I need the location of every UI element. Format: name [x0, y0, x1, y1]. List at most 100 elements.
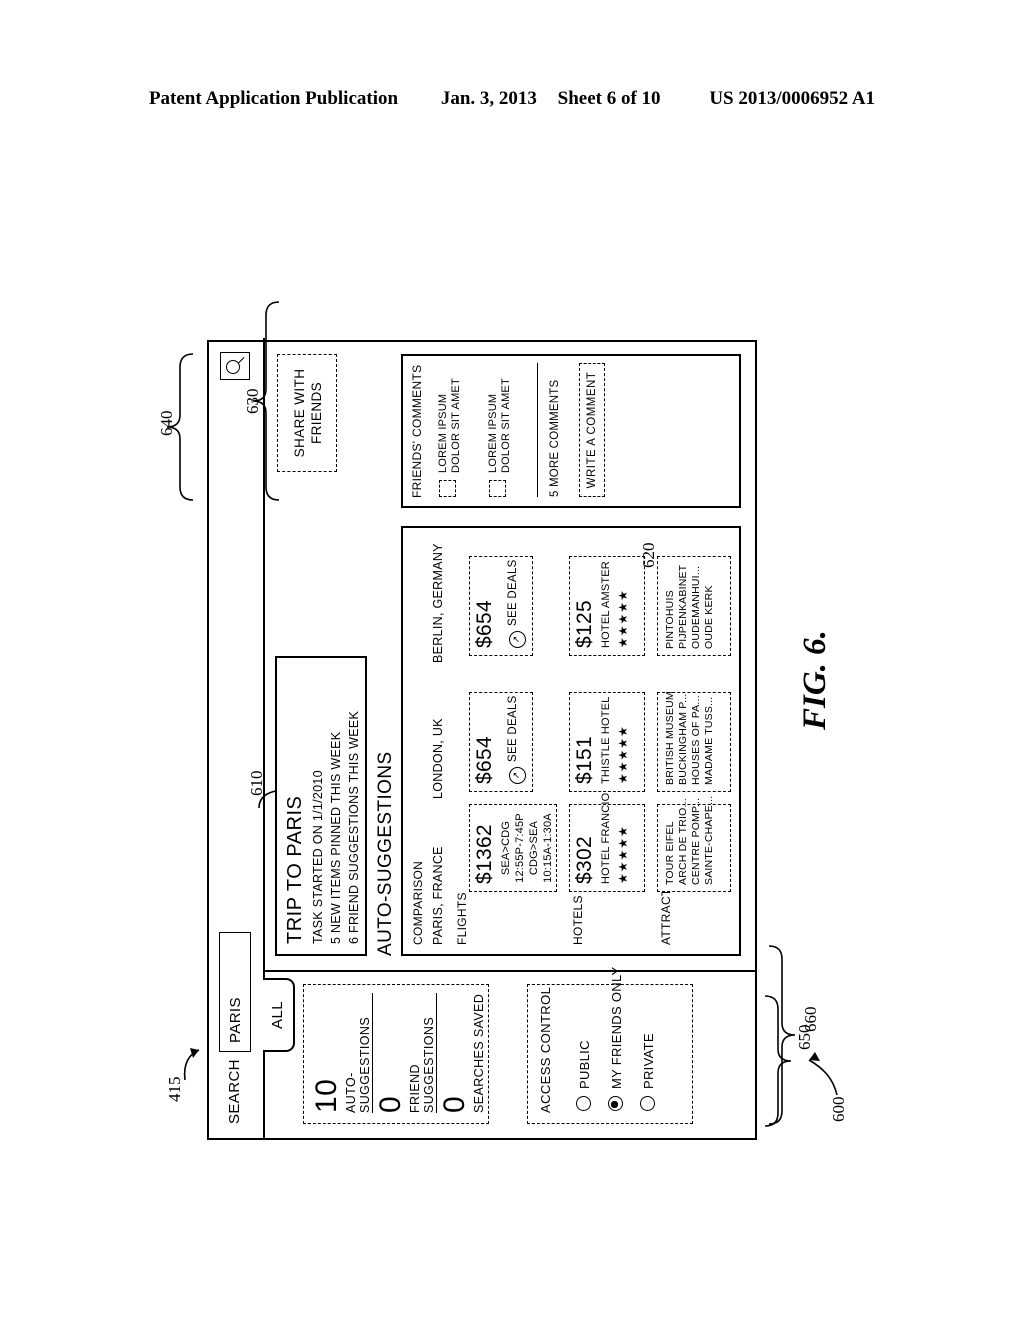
- hotel-name-berlin: HOTEL AMSTER: [600, 561, 612, 648]
- more-comments-link[interactable]: 5 MORE COMMENTS: [549, 380, 561, 497]
- radio-icon-private: [640, 1096, 655, 1111]
- friends-comments-title: FRIENDS' COMMENTS: [410, 364, 424, 498]
- count-friend-suggestions-label: FRIEND SUGGESTIONS: [408, 1016, 436, 1113]
- flight-price-paris: $1362: [473, 824, 496, 884]
- comments-divider: [537, 363, 538, 497]
- share-label-line2: FRIENDS: [309, 381, 324, 445]
- ref-415: 415: [165, 1076, 184, 1103]
- comment-item-1[interactable]: LOREM IPSUM DOLOR SIT AMET: [437, 361, 473, 497]
- flight-price-london: $654: [473, 736, 496, 784]
- access-control-panel: ACCESS CONTROL PUBLIC MY FRIENDS ONLY PR…: [527, 967, 693, 1124]
- write-a-comment-button[interactable]: WRITE A COMMENT: [579, 363, 605, 497]
- see-deals-berlin[interactable]: ↗ SEE DEALS: [507, 559, 526, 648]
- count-searches-saved-number: 0: [438, 1095, 471, 1113]
- comment-thumbnail-icon-1: [439, 480, 456, 497]
- search-input-value: PARIS: [227, 997, 244, 1043]
- row-label-hotels: HOTELS: [571, 895, 585, 945]
- friends-comments-panel: FRIENDS' COMMENTS LOREM IPSUM DOLOR SIT …: [401, 354, 741, 508]
- divider-2: [436, 993, 437, 1113]
- flight-card-berlin[interactable]: $654 ↗ SEE DEALS: [469, 556, 533, 656]
- ref-610: 610: [247, 770, 266, 797]
- access-option-my-friends-only-label: MY FRIENDS ONLY: [609, 966, 624, 1089]
- hotel-card-berlin[interactable]: $125 HOTEL AMSTER ★★★★★: [569, 556, 645, 656]
- comment-thumbnail-icon-2: [489, 480, 506, 497]
- header-patent-number: US 2013/0006952 A1: [709, 88, 876, 109]
- ref-650: 650: [795, 1024, 814, 1051]
- see-deals-label-berlin: SEE DEALS: [507, 559, 519, 626]
- trip-line-started: TASK STARTED ON 1/1/2010: [311, 770, 325, 944]
- attraction-paris-3: CENTRE POMP...: [690, 797, 702, 885]
- attractions-card-berlin[interactable]: PINTOHUIS PIJPENKABINET OUDEMANHUI... OU…: [657, 556, 731, 656]
- attractions-card-paris[interactable]: TOUR EIFEL ARCH DE TRIO... CENTRE POMP..…: [657, 796, 731, 892]
- flight-leg-2-paris: CDG>SEA: [528, 820, 540, 876]
- flight-price-berlin: $654: [473, 600, 496, 648]
- attraction-london-3: HOUSES OF PA...: [690, 695, 702, 785]
- ref-640: 640: [157, 410, 176, 437]
- figure-600: SEARCH PARIS ALL 10 AUTO- SUGGESTIONS 0 …: [147, 120, 877, 1200]
- flight-leg-2-time-paris: 10:15A-1:30A: [542, 813, 554, 883]
- attraction-london-2: BUCKINGHAM P...: [677, 693, 689, 786]
- auto-suggestions-heading: AUTO-SUGGESTIONS: [375, 751, 396, 956]
- search-icon-button[interactable]: [220, 352, 250, 380]
- radio-icon-my-friends-only: [608, 1096, 623, 1111]
- hotel-card-london[interactable]: $151 THISTLE HOTEL ★★★★★: [569, 692, 645, 792]
- hotel-name-london: THISTLE HOTEL: [600, 696, 612, 784]
- count-searches-saved-label: SEARCHES SAVED: [472, 993, 486, 1113]
- access-option-public[interactable]: PUBLIC: [576, 1040, 592, 1111]
- attraction-berlin-2: PIJPENKABINET: [677, 564, 689, 649]
- hotel-rating-paris: ★★★★★: [616, 825, 630, 884]
- comment-2-line2: DOLOR SIT AMET: [500, 378, 512, 473]
- share-with-friends-button[interactable]: SHARE WITH FRIENDS: [277, 354, 337, 472]
- attraction-paris-4: SAINTE-CHAPE...: [703, 795, 715, 885]
- hotel-name-paris: HOTEL FRANCIO: [600, 792, 612, 884]
- sidebar: 10 AUTO- SUGGESTIONS 0 FRIEND SUGGESTION…: [265, 967, 757, 1138]
- ref-630: 630: [243, 388, 262, 415]
- header-date: Jan. 3, 2013: [440, 88, 537, 109]
- main-content: TRIP TO PARIS TASK STARTED ON 1/1/2010 5…: [265, 338, 757, 970]
- see-deals-london[interactable]: ↗ SEE DEALS: [507, 695, 526, 784]
- flight-card-paris[interactable]: $1362 SEA>CDG 12:55P-7:45P CDG>SEA 10:15…: [469, 804, 557, 892]
- access-option-private-label: PRIVATE: [641, 1033, 656, 1089]
- attractions-card-london[interactable]: BRITISH MUSEUM BUCKINGHAM P... HOUSES OF…: [657, 691, 731, 792]
- city-header-berlin: BERLIN, GERMANY: [431, 543, 445, 663]
- comment-2-line1: LOREM IPSUM: [487, 393, 499, 473]
- access-control-title: ACCESS CONTROL: [538, 986, 553, 1113]
- flight-leg-1-time-paris: 12:55P-7:45P: [514, 813, 526, 883]
- trip-title: TRIP TO PARIS: [284, 795, 306, 944]
- access-option-private[interactable]: PRIVATE: [640, 1033, 656, 1111]
- search-bar: SEARCH PARIS: [209, 338, 265, 1138]
- hotel-rating-berlin: ★★★★★: [616, 589, 630, 648]
- ref-620: 620: [639, 542, 658, 569]
- deal-icon-london: ↗: [509, 767, 526, 784]
- count-auto-suggestions-label: AUTO- SUGGESTIONS: [344, 1016, 372, 1113]
- search-input[interactable]: PARIS: [219, 932, 251, 1052]
- attraction-berlin-1: PINTOHUIS: [664, 590, 676, 649]
- hotel-card-paris[interactable]: $302 HOTEL FRANCIO ★★★★★: [569, 793, 645, 892]
- hotel-price-london: $151: [573, 736, 596, 784]
- city-header-paris: PARIS, FRANCE: [431, 846, 445, 945]
- comparison-panel: COMPARISON PARIS, FRANCE LONDON, UK BERL…: [401, 526, 741, 956]
- comment-item-2[interactable]: LOREM IPSUM DOLOR SIT AMET: [487, 361, 523, 497]
- search-label: SEARCH: [226, 1059, 243, 1124]
- header-publication: Patent Application Publication: [148, 88, 399, 109]
- hotel-rating-london: ★★★★★: [616, 725, 630, 784]
- see-deals-label-london: SEE DEALS: [507, 695, 519, 762]
- count-searches-saved[interactable]: 0 SEARCHES SAVED: [438, 993, 486, 1113]
- count-friend-suggestions-number: 0: [374, 1095, 407, 1113]
- count-auto-suggestions[interactable]: 10 AUTO- SUGGESTIONS: [310, 985, 372, 1113]
- radio-icon-public: [576, 1096, 591, 1111]
- city-header-london: LONDON, UK: [431, 718, 445, 799]
- comparison-label: COMPARISON: [411, 860, 425, 945]
- access-option-my-friends-only[interactable]: MY FRIENDS ONLY: [608, 967, 624, 1111]
- search-icon: [226, 360, 240, 374]
- write-a-comment-label: WRITE A COMMENT: [586, 371, 598, 489]
- count-friend-suggestions[interactable]: 0 FRIEND SUGGESTIONS: [374, 985, 436, 1113]
- count-auto-suggestions-number: 10: [310, 1078, 343, 1113]
- access-option-public-label: PUBLIC: [577, 1040, 592, 1089]
- flight-card-london[interactable]: $654 ↗ SEE DEALS: [469, 692, 533, 792]
- comment-1-line2: DOLOR SIT AMET: [450, 378, 462, 473]
- page-header: Patent Application Publication Jan. 3, 2…: [0, 88, 1024, 110]
- flight-leg-1-paris: SEA>CDG: [500, 820, 512, 876]
- app-window: SEARCH PARIS ALL 10 AUTO- SUGGESTIONS 0 …: [207, 338, 757, 1140]
- attraction-london-1: BRITISH MUSEUM: [664, 691, 676, 785]
